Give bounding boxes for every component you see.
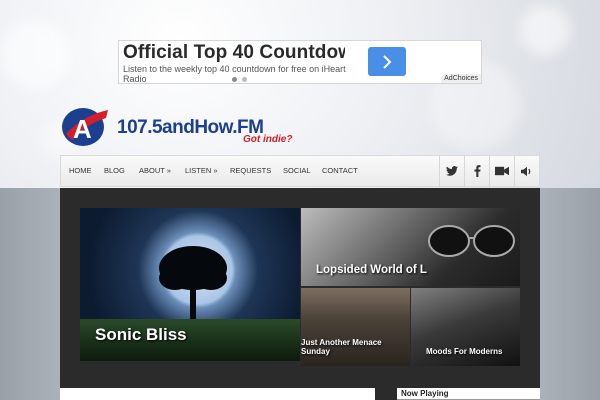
video-button[interactable] (489, 156, 514, 186)
nav-home[interactable]: HOME (69, 156, 92, 186)
ad-dot[interactable] (242, 77, 247, 82)
featured-slide-top-right[interactable]: Lopsided World of L (301, 208, 520, 286)
video-icon (495, 166, 509, 176)
audio-button[interactable] (514, 156, 539, 186)
ad-description-line2: Radio (123, 75, 147, 84)
chevron-right-icon (383, 54, 392, 69)
featured-slider: Sonic Bliss Lopsided World of L Just Ano… (60, 188, 540, 400)
logo-letter: A (73, 114, 92, 144)
background-bokeh (0, 20, 70, 90)
slide-title: Just Another Menace Sunday (301, 338, 382, 356)
nav-listen[interactable]: LISTEN » (185, 156, 218, 186)
ad-title[interactable]: Official Top 40 Countdown (123, 42, 345, 64)
ad-next-button[interactable] (368, 47, 406, 76)
ad-pagination (232, 77, 247, 82)
ad-description: Listen to the weekly top 40 countdown fo… (123, 64, 346, 74)
logo-mark-icon: A (62, 108, 108, 146)
background-bokeh (520, 5, 570, 55)
logo-tagline: Got indie? (243, 134, 293, 145)
facebook-icon (474, 165, 480, 177)
ad-banner[interactable]: Official Top 40 Countdown Listen to the … (118, 40, 482, 84)
adchoices-link[interactable]: AdChoices (441, 74, 481, 83)
facebook-button[interactable] (464, 156, 489, 186)
slide-title: Lopsided World of L (316, 264, 427, 276)
twitter-button[interactable] (439, 156, 464, 186)
nav-about[interactable]: ABOUT » (139, 156, 171, 186)
social-icons (439, 156, 539, 186)
now-playing-heading: Now Playing (397, 388, 540, 400)
main-content-area (60, 388, 375, 400)
main-nav: HOME BLOG ABOUT » LISTEN » REQUESTS SOCI… (60, 155, 540, 187)
featured-slide-bottom-right[interactable]: Moods For Moderns (411, 288, 520, 366)
nav-blog[interactable]: BLOG (104, 156, 125, 186)
featured-slide-main[interactable]: Sonic Bliss (80, 208, 300, 361)
ad-dot[interactable] (232, 77, 237, 82)
speaker-icon (521, 166, 531, 176)
twitter-icon (446, 166, 458, 176)
slide-title: Sonic Bliss (95, 325, 187, 344)
sunglasses-icon (428, 225, 515, 257)
nav-contact[interactable]: CONTACT (322, 156, 358, 186)
logo-text: 107.5andHow.FM (117, 117, 264, 138)
nav-social[interactable]: SOCIAL (283, 156, 311, 186)
slide-title: Moods For Moderns (426, 347, 503, 356)
site-logo[interactable]: A 107.5andHow.FM Got indie? (60, 104, 300, 146)
nav-requests[interactable]: REQUESTS (230, 156, 271, 186)
featured-slide-bottom-left[interactable]: Just Another Menace Sunday (301, 288, 410, 366)
